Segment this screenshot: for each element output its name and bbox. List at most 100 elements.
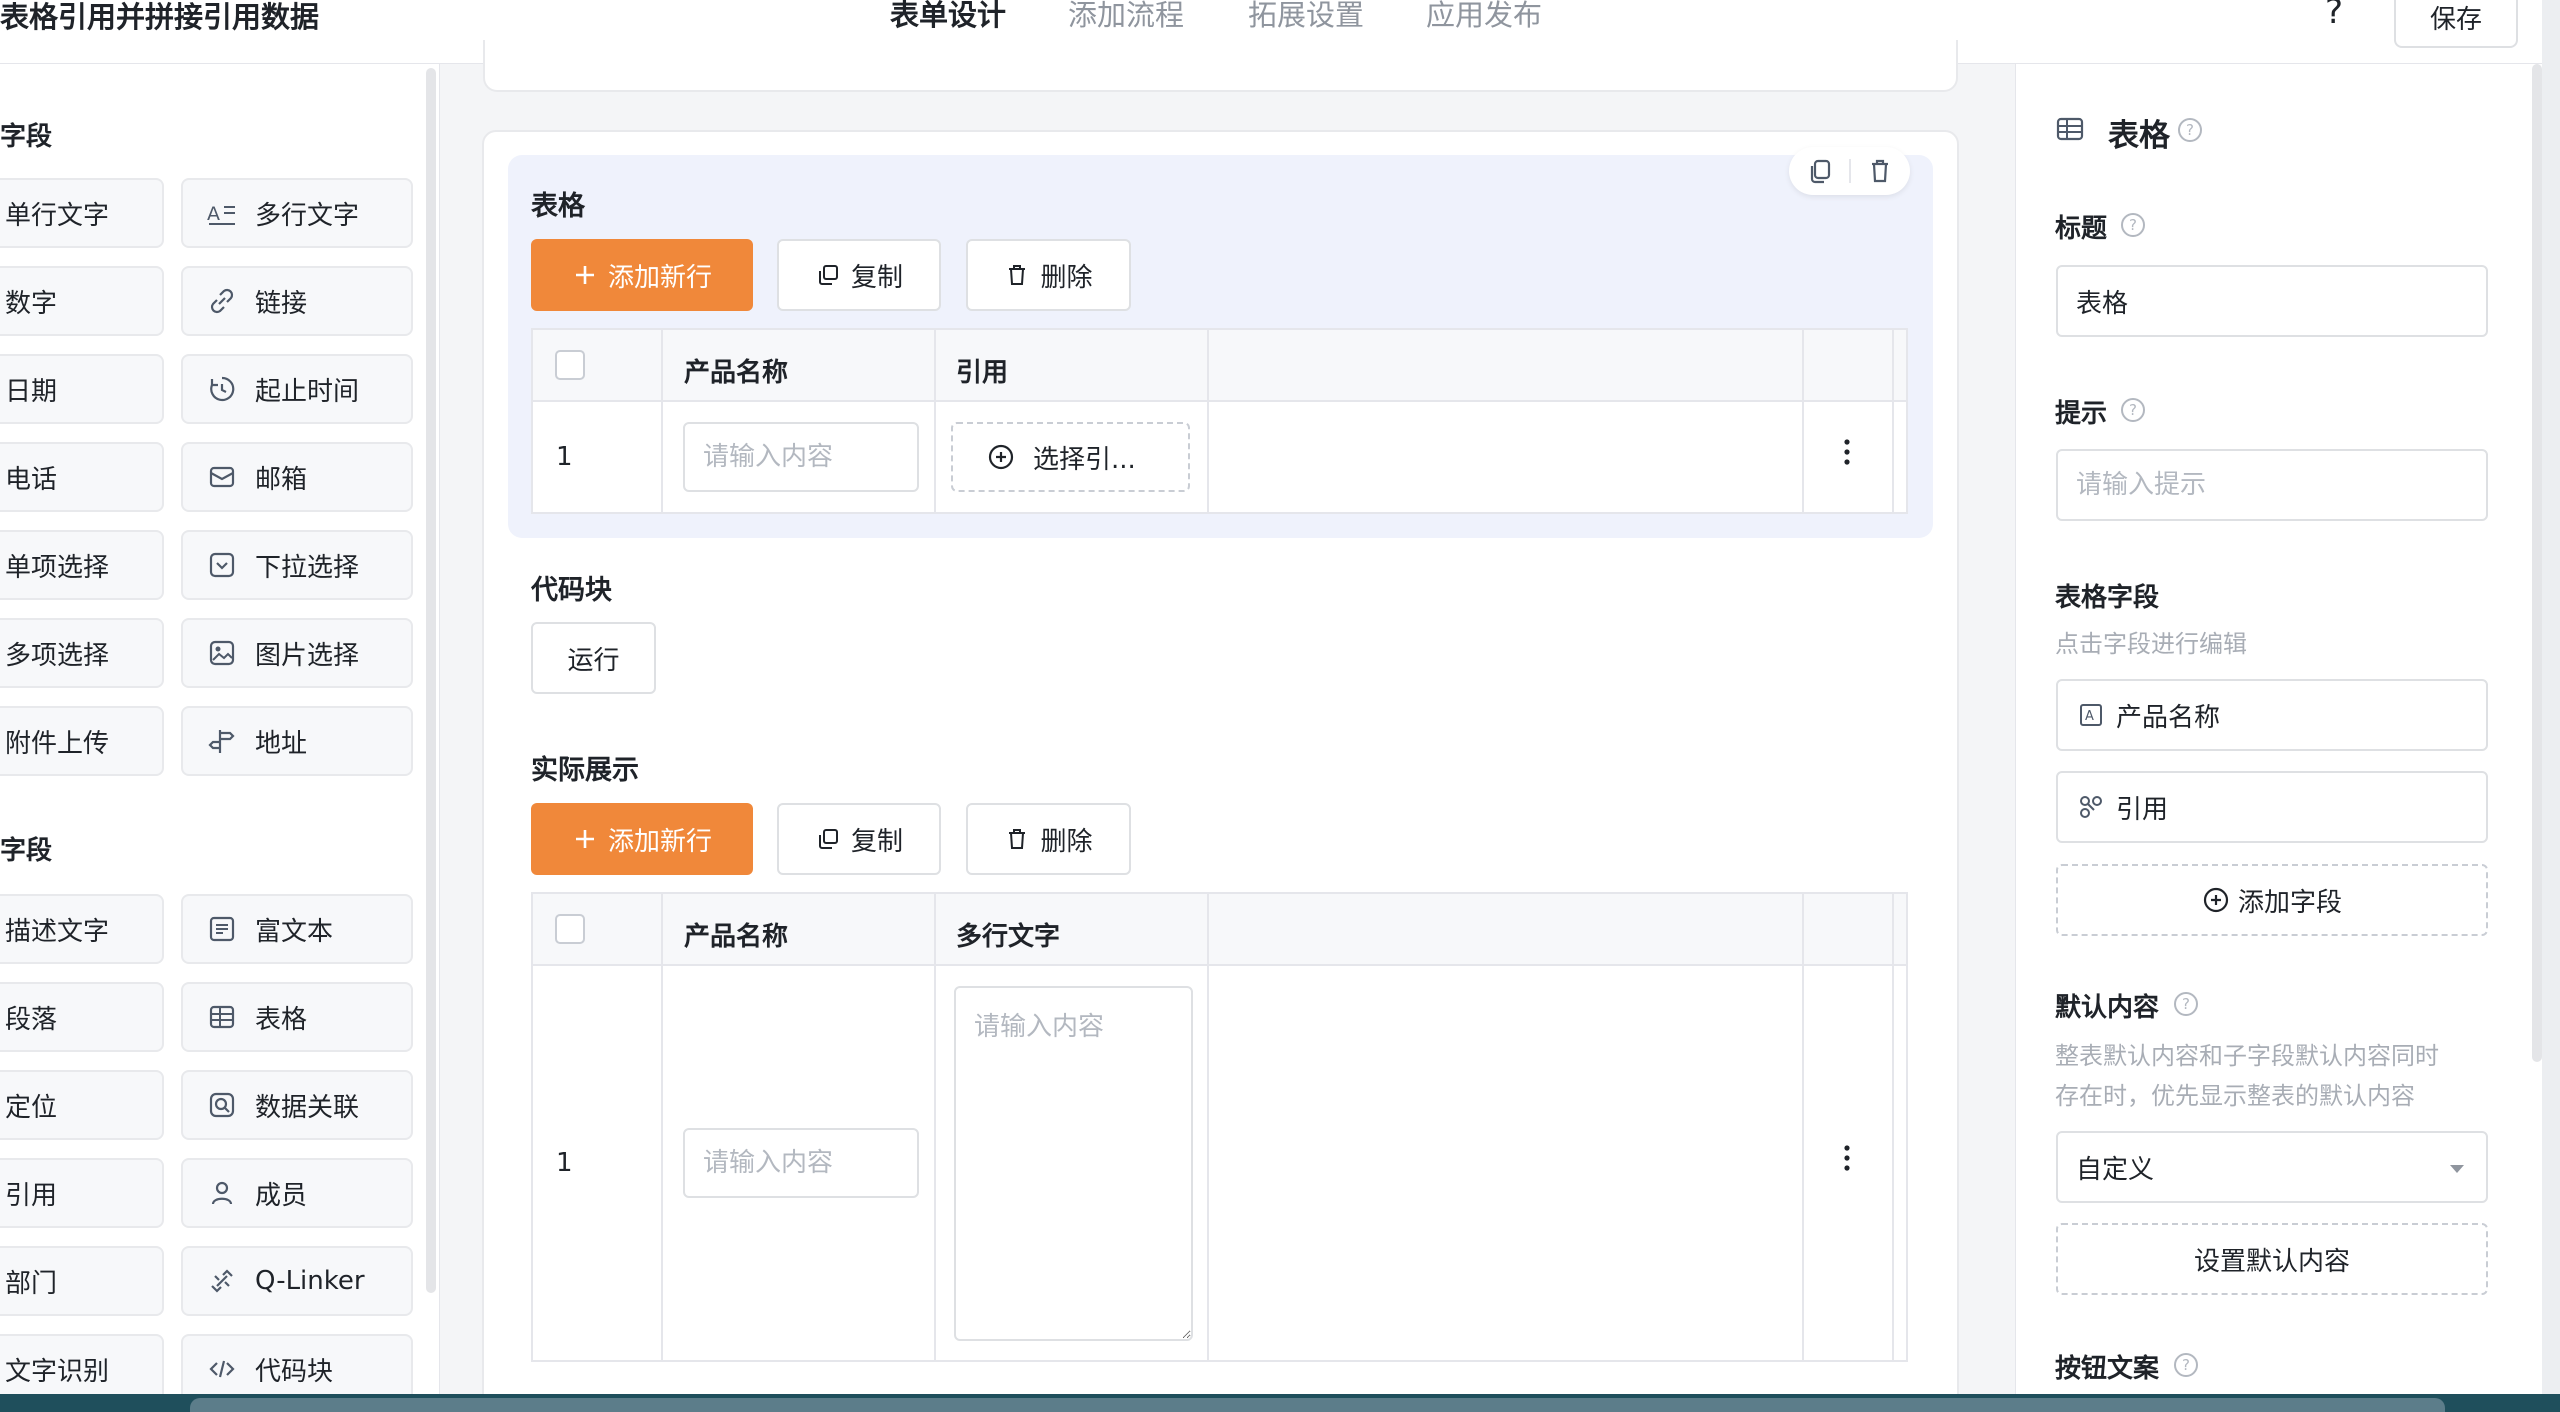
column-divider [1207, 894, 1209, 1360]
tab-form-design[interactable]: 表单设计 [890, 0, 1006, 34]
field-address[interactable]: 地址 [181, 706, 413, 776]
tab-add-flow[interactable]: 添加流程 [1068, 0, 1184, 34]
field-data-link[interactable]: 数据关联 [181, 1070, 413, 1140]
column-header-multiline-text: 多行文字 [956, 922, 1061, 952]
field-label: 富文本 [255, 916, 334, 947]
display-copy-row-button[interactable]: 复制 [777, 803, 941, 875]
help-icon[interactable]: ? [2178, 118, 2202, 142]
field-member[interactable]: 成员 [181, 1158, 413, 1228]
table-fields-hint: 点击字段进行编辑 [2055, 630, 2247, 658]
field-mail[interactable]: 邮箱 [181, 442, 413, 512]
field-paragraph[interactable]: 段落 [0, 982, 164, 1052]
right-scrollbar[interactable] [2532, 64, 2542, 1062]
display-table: 产品名称 多行文字 1 [531, 892, 1908, 1362]
field-multi-line-text[interactable]: A 多行文字 [181, 178, 413, 248]
help-icon[interactable]: ? [2121, 398, 2145, 422]
delete-row-button[interactable]: 删除 [966, 239, 1131, 311]
add-row-label: 添加新行 [607, 826, 712, 857]
button-text-label: 按钮文案 [2055, 1354, 2160, 1384]
tab-app-publish[interactable]: 应用发布 [1426, 0, 1542, 34]
field-phone[interactable]: 电话 [0, 442, 164, 512]
field-multi-select[interactable]: 多项选择 [0, 618, 164, 688]
select-all-checkbox[interactable] [555, 914, 585, 944]
field-label: 段落 [5, 1004, 58, 1035]
table-field-label: 产品名称 [2116, 702, 2221, 733]
field-label: 成员 [255, 1180, 308, 1211]
add-field-button[interactable]: 添加字段 [2056, 864, 2488, 936]
add-row-button[interactable]: 添加新行 [531, 239, 753, 311]
basic-fields-title: 字段 [0, 122, 53, 152]
delete-label: 删除 [1040, 262, 1093, 293]
default-content-hint: 整表默认内容和子字段默认内容同时 [2055, 1042, 2439, 1070]
field-rich-text[interactable]: 富文本 [181, 894, 413, 964]
field-q-linker[interactable]: Q-Linker [181, 1246, 413, 1316]
column-divider [934, 330, 936, 512]
help-icon[interactable]: ? [2121, 213, 2145, 237]
tab-extend-settings[interactable]: 拓展设置 [1248, 0, 1364, 34]
field-time-range[interactable]: 起止时间 [181, 354, 413, 424]
field-label: 多项选择 [5, 640, 110, 671]
previous-card [483, 40, 1958, 92]
left-scrollbar[interactable] [426, 68, 436, 1293]
title-input[interactable] [2056, 265, 2488, 337]
table-icon [205, 1000, 239, 1034]
select-all-checkbox[interactable] [555, 350, 585, 380]
product-name-input[interactable] [683, 422, 919, 492]
field-number[interactable]: 数字 [0, 266, 164, 336]
help-icon[interactable]: ? [2174, 992, 2198, 1016]
table-block-label: 表格 [531, 191, 585, 222]
set-default-content-button[interactable]: 设置默认内容 [2056, 1223, 2488, 1295]
select-reference-button[interactable]: 选择引... [951, 422, 1190, 492]
row-more-icon[interactable] [1835, 1138, 1859, 1178]
field-label: 部门 [5, 1268, 58, 1299]
field-label: 链接 [255, 288, 308, 319]
help-button[interactable]: ? [2325, 0, 2343, 32]
field-dropdown-select[interactable]: 下拉选择 [181, 530, 413, 600]
default-content-selected: 自定义 [2076, 1154, 2155, 1185]
display-delete-row-button[interactable]: 删除 [966, 803, 1131, 875]
field-table[interactable]: 表格 [181, 982, 413, 1052]
app-title: 表格引用并拼接引用数据 [0, 0, 320, 34]
chevron-down-icon [2450, 1165, 2464, 1173]
field-single-line-text[interactable]: 单行文字 [0, 178, 164, 248]
product-name-input[interactable] [683, 1128, 919, 1198]
mail-icon [205, 460, 239, 494]
display-add-row-button[interactable]: 添加新行 [531, 803, 753, 875]
table-fields-label: 表格字段 [2055, 583, 2160, 613]
field-location[interactable]: 定位 [0, 1070, 164, 1140]
field-link[interactable]: 链接 [181, 266, 413, 336]
column-header-quote: 引用 [956, 358, 1009, 388]
field-label: 数据关联 [255, 1092, 360, 1123]
table-field-label: 引用 [2116, 794, 2169, 825]
dropdown-icon [205, 548, 239, 582]
field-quote[interactable]: 引用 [0, 1158, 164, 1228]
field-department[interactable]: 部门 [0, 1246, 164, 1316]
field-description-text[interactable]: 描述文字 [0, 894, 164, 964]
row-more-icon[interactable] [1835, 432, 1859, 472]
copy-icon [815, 826, 841, 852]
signpost-icon [205, 724, 239, 758]
field-single-select[interactable]: 单项选择 [0, 530, 164, 600]
help-icon[interactable]: ? [2174, 1353, 2198, 1377]
table-block-table: 产品名称 引用 1 选择引... [531, 328, 1908, 514]
column-divider [1802, 330, 1804, 512]
field-attachment-upload[interactable]: 附件上传 [0, 706, 164, 776]
table-field-quote[interactable]: 引用 [2056, 771, 2488, 843]
field-date[interactable]: 日期 [0, 354, 164, 424]
save-button[interactable]: 保存 [2394, 0, 2518, 48]
copy-row-button[interactable]: 复制 [777, 239, 941, 311]
block-toolbar [1789, 147, 1910, 195]
multiline-text-icon: A [205, 196, 239, 230]
svg-text:A: A [207, 203, 220, 225]
window-edge [2542, 0, 2560, 1412]
copy-icon[interactable] [1805, 156, 1835, 186]
toolbar-divider [1849, 159, 1851, 183]
hint-input[interactable] [2056, 449, 2488, 521]
multiline-text-input[interactable] [954, 986, 1193, 1341]
dock-bar [190, 1398, 2445, 1412]
field-image-select[interactable]: 图片选择 [181, 618, 413, 688]
default-content-select[interactable]: 自定义 [2056, 1131, 2488, 1203]
run-button[interactable]: 运行 [531, 622, 656, 694]
table-field-product-name[interactable]: A 产品名称 [2056, 679, 2488, 751]
trash-icon[interactable] [1865, 156, 1895, 186]
